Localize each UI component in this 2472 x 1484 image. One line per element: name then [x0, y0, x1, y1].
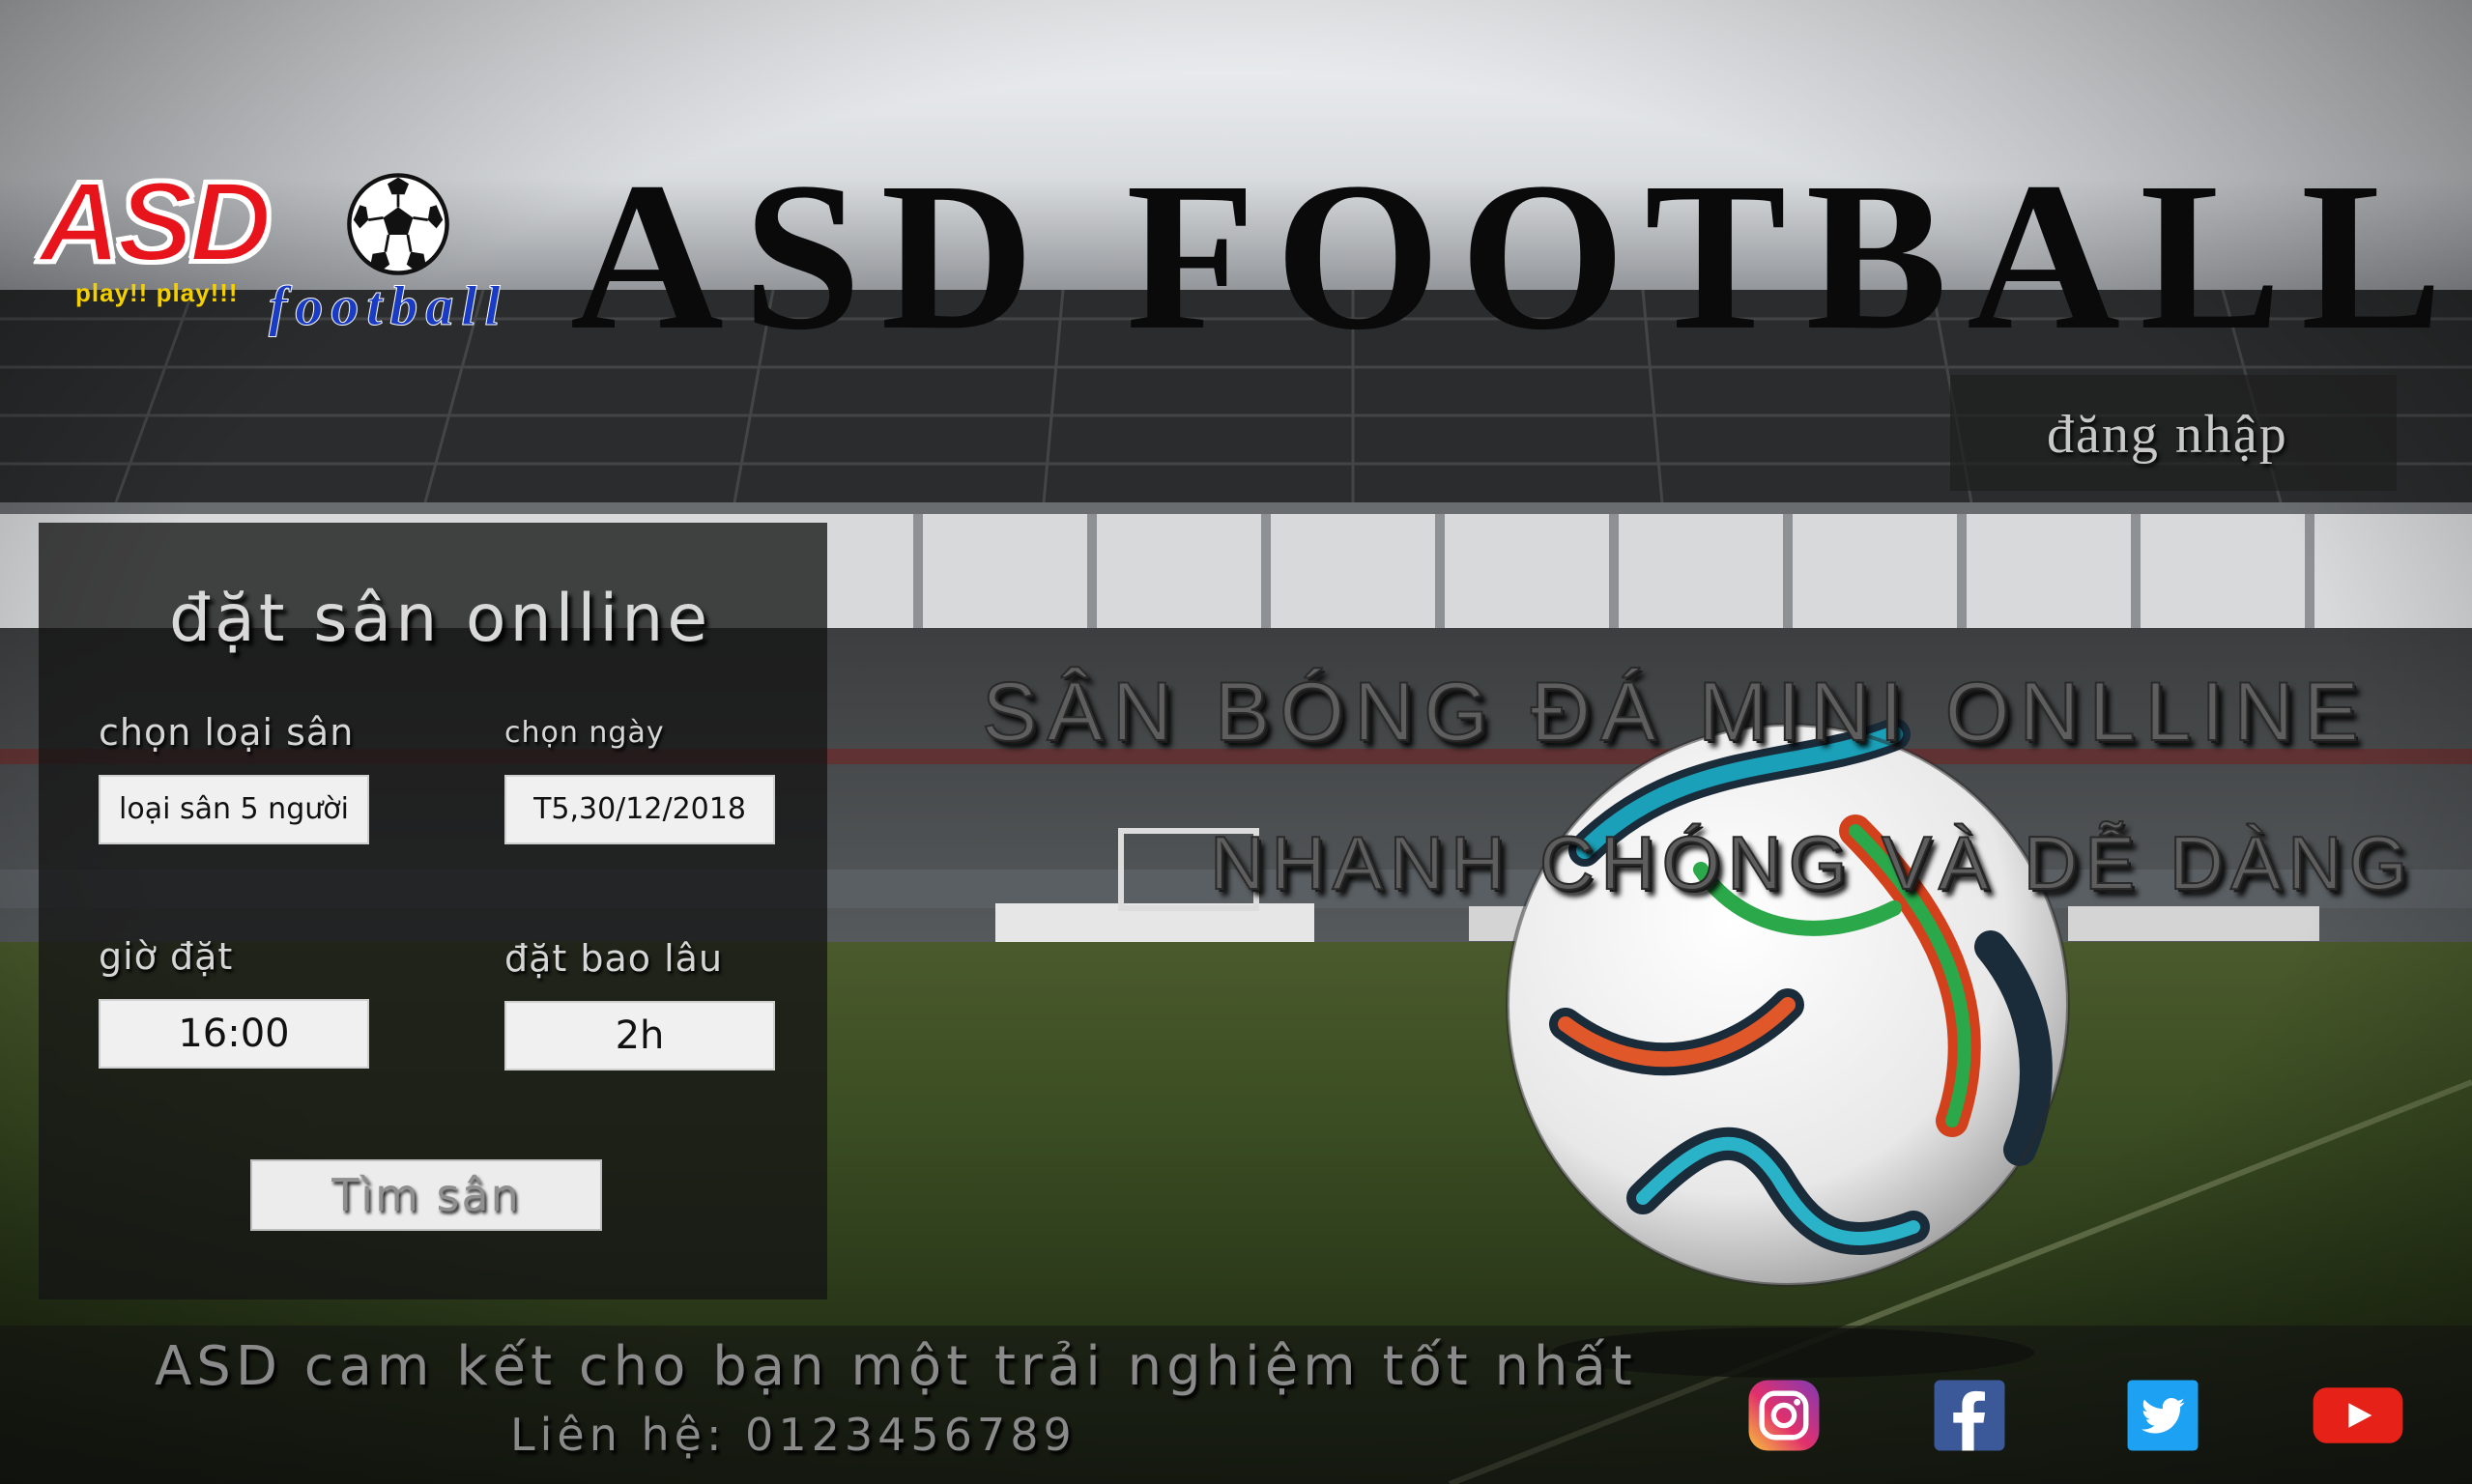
youtube-icon[interactable]: [2312, 1379, 2404, 1452]
site-title: ASD FOOTBALL: [570, 138, 2462, 374]
booking-title: đặt sân onlline: [169, 581, 712, 657]
date-picker[interactable]: T5,30/12/2018: [504, 775, 775, 844]
field-type-select[interactable]: loại sân 5 người: [99, 775, 369, 844]
duration-label: đặt bao lâu: [504, 937, 724, 980]
field-type-label: chọn loại sân: [99, 711, 355, 754]
footer-contact: Liên hệ: 0123456789: [510, 1409, 1077, 1461]
soccer-ball-icon: [347, 173, 449, 275]
brand-logo[interactable]: ASD play!! play!!! football: [29, 157, 532, 343]
logo-tagline: play!! play!!!: [75, 278, 239, 307]
logo-brand-text: ASD: [37, 157, 273, 287]
login-button[interactable]: đăng nhập: [1950, 375, 2397, 491]
hero-headline: SÂN BÓNG ĐÁ MINI ONLLINE: [981, 665, 2369, 759]
search-field-button[interactable]: Tìm sân: [250, 1159, 602, 1231]
footer-slogan: ASD cam kết cho bạn một trải nghiệm tốt …: [155, 1335, 1637, 1398]
logo-subtitle: football: [269, 274, 508, 338]
date-label: chọn ngày: [504, 716, 665, 750]
time-input[interactable]: 16:00: [99, 999, 369, 1069]
booking-panel: đặt sân onlline chọn loại sân chọn ngày …: [39, 523, 827, 1299]
time-label: giờ đặt: [99, 935, 234, 978]
twitter-icon[interactable]: [2126, 1379, 2199, 1452]
facebook-icon[interactable]: [1933, 1379, 2006, 1452]
search-field-label: Tìm sân: [331, 1169, 521, 1221]
instagram-icon[interactable]: [1747, 1379, 1821, 1452]
login-label: đăng nhập: [2047, 405, 2288, 465]
duration-input[interactable]: 2h: [504, 1001, 775, 1070]
hero-subheadline: NHANH CHÓNG VÀ DỄ DÀNG: [1209, 819, 2415, 906]
